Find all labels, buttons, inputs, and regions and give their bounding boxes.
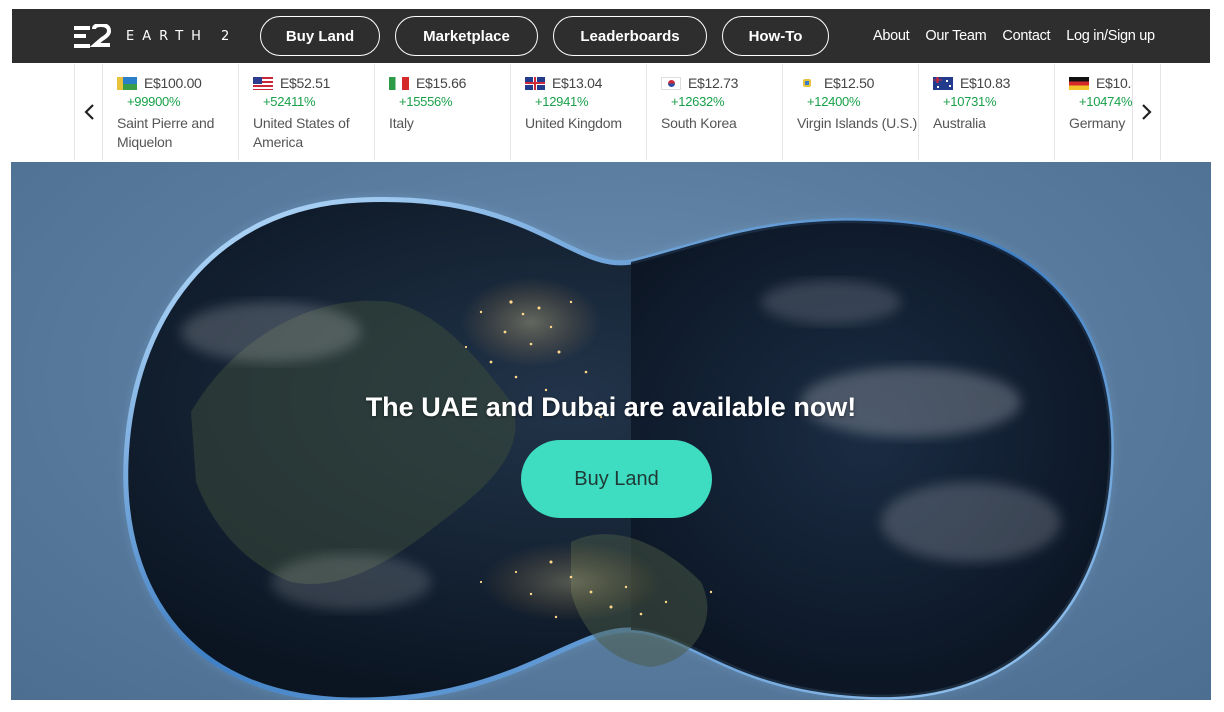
ticker-country: Virgin Islands (U.S.): [797, 115, 918, 131]
price-ticker: E$100.00 +99900% Saint Pierre and Miquel…: [74, 64, 1161, 160]
e2-logo-icon: [74, 24, 112, 48]
ticker-item[interactable]: E$12.73 +12632% South Korea: [647, 64, 783, 160]
hero-headline: The UAE and Dubai are available now!: [365, 392, 857, 422]
nav-login-signup-link[interactable]: Log in/Sign up: [1066, 28, 1155, 44]
ticker-price: E$15.66: [416, 75, 467, 91]
ticker-item[interactable]: E$12.50 +12400% Virgin Islands (U.S.): [783, 64, 919, 160]
saint-pierre-miquelon-flag: [117, 76, 137, 90]
ticker-change: +10731%: [943, 94, 997, 109]
nav-buy-land-button[interactable]: Buy Land: [260, 16, 380, 56]
ticker-price: E$12.50: [824, 75, 875, 91]
nav-marketplace-button[interactable]: Marketplace: [395, 16, 538, 56]
uk-flag: [525, 76, 545, 90]
ticker-country: South Korea: [661, 115, 737, 131]
ticker-price: E$52.51: [280, 75, 331, 91]
ticker-item[interactable]: E$10.83 +10731% Australia: [919, 64, 1055, 160]
ticker-price: E$100.00: [144, 75, 202, 91]
nav-text-links: About Our Team Contact Log in/Sign up: [873, 28, 1171, 44]
usa-flag: [253, 76, 273, 90]
ticker-change: +12400%: [807, 94, 861, 109]
ticker-country: Germany: [1069, 115, 1126, 131]
ticker-item[interactable]: E$100.00 +99900% Saint Pierre and Miquel…: [103, 64, 239, 160]
chevron-right-icon: [1141, 104, 1152, 120]
ticker-change: +12941%: [535, 94, 589, 109]
ticker-item[interactable]: E$15.66 +15556% Italy: [375, 64, 511, 160]
ticker-item[interactable]: E$10.5 +10474% Germany: [1055, 64, 1133, 160]
nav-leaderboards-button[interactable]: Leaderboards: [553, 16, 707, 56]
nav-contact-link[interactable]: Contact: [1002, 28, 1050, 44]
ticker-price: E$13.04: [552, 75, 603, 91]
south-korea-flag: [661, 76, 681, 90]
nav-our-team-link[interactable]: Our Team: [925, 28, 986, 44]
top-nav: EARTH 2 Buy Land Marketplace Leaderboard…: [12, 9, 1210, 63]
ticker-country: United States of America: [253, 115, 350, 150]
ticker-item[interactable]: E$13.04 +12941% United Kingdom: [511, 64, 647, 160]
nav-about-link[interactable]: About: [873, 28, 910, 44]
ticker-country: Italy: [389, 115, 414, 131]
hero-buy-land-button[interactable]: Buy Land: [521, 440, 712, 518]
ticker-next-button[interactable]: [1132, 64, 1160, 160]
australia-flag: [933, 76, 953, 90]
ticker-country: Saint Pierre and Miquelon: [117, 115, 215, 150]
chevron-left-icon: [83, 104, 94, 120]
ticker-country: United Kingdom: [525, 115, 622, 131]
ticker-change: +99900%: [127, 94, 181, 109]
nav-pill-group: Buy Land Marketplace Leaderboards How-To: [260, 16, 844, 56]
italy-flag: [389, 76, 409, 90]
logo[interactable]: EARTH 2: [74, 24, 254, 48]
nav-how-to-button[interactable]: How-To: [722, 16, 829, 56]
ticker-change: +15556%: [399, 94, 453, 109]
ticker-change: +52411%: [263, 94, 316, 109]
germany-flag: [1069, 76, 1089, 90]
ticker-prev-button[interactable]: [75, 64, 103, 160]
ticker-price: E$10.83: [960, 75, 1011, 91]
ticker-change: +10474%: [1079, 94, 1133, 109]
ticker-country: Australia: [933, 115, 986, 131]
ticker-track: E$100.00 +99900% Saint Pierre and Miquel…: [103, 64, 1133, 160]
earth-dumbbell-image: [123, 196, 1114, 700]
ticker-change: +12632%: [671, 94, 725, 109]
us-virgin-islands-flag: [797, 76, 817, 90]
brand-wordmark: EARTH 2: [126, 28, 238, 44]
ticker-price: E$12.73: [688, 75, 739, 91]
hero-banner: The UAE and Dubai are available now! Buy…: [11, 162, 1211, 700]
ticker-item[interactable]: E$52.51 +52411% United States of America: [239, 64, 375, 160]
ticker-price: E$10.5: [1096, 75, 1133, 91]
